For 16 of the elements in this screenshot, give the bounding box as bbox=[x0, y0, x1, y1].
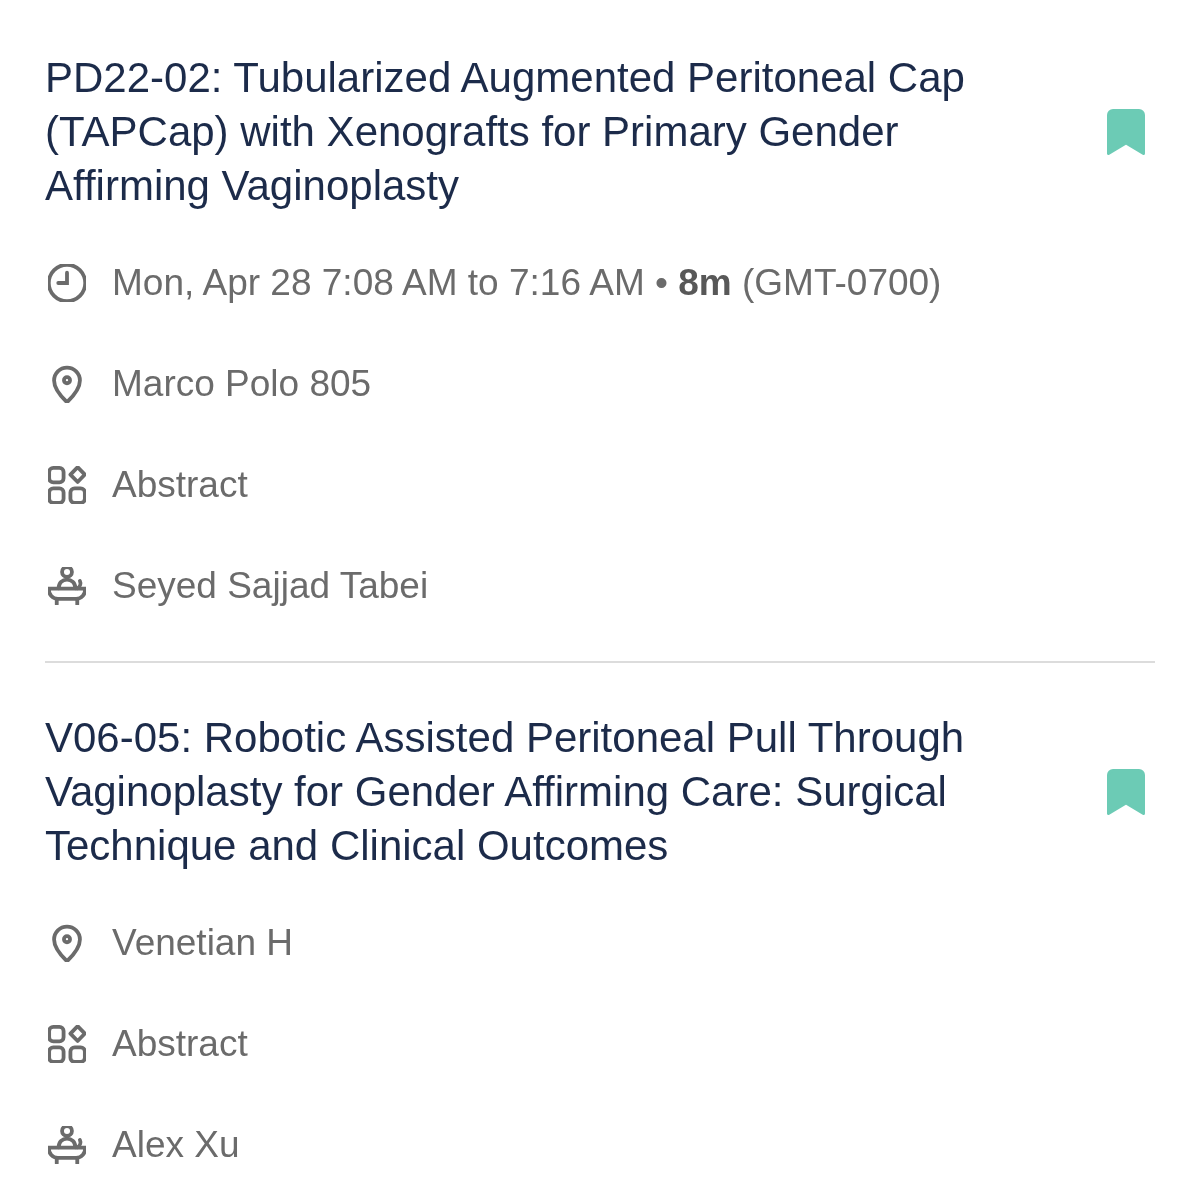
session-title: PD22-02: Tubularized Augmented Peritoneal Cap (TAPCap) with Xenografts for Primary Gender Affirming Vaginoplasty bbox=[45, 53, 966, 211]
speaker-name: Seyed Sajjad Tabei bbox=[112, 563, 429, 608]
session-location: Venetian H bbox=[112, 920, 294, 965]
person-at-desk-icon bbox=[48, 1125, 86, 1164]
grid-shapes-icon bbox=[48, 1024, 86, 1063]
speaker-name: Alex Xu bbox=[112, 1122, 240, 1167]
session-type: Abstract bbox=[112, 1021, 248, 1066]
bookmark-icon[interactable] bbox=[1107, 769, 1145, 815]
session-type: Abstract bbox=[112, 462, 248, 507]
person-at-desk-icon bbox=[48, 566, 86, 605]
bookmark-icon[interactable] bbox=[1107, 109, 1145, 155]
session-time: Mon, Apr 28 7:08 AM to 7:16 AM • 8m (GMT-0700) bbox=[112, 260, 942, 305]
clock-icon bbox=[48, 263, 86, 302]
session-location: Marco Polo 805 bbox=[112, 361, 372, 406]
session-title: V06-05: Robotic Assisted Peritoneal Pull Through Vaginoplasty for Gender Affirming Care: Surgical Technique and Clinical Outcomes bbox=[45, 713, 966, 871]
grid-shapes-icon bbox=[48, 465, 86, 504]
